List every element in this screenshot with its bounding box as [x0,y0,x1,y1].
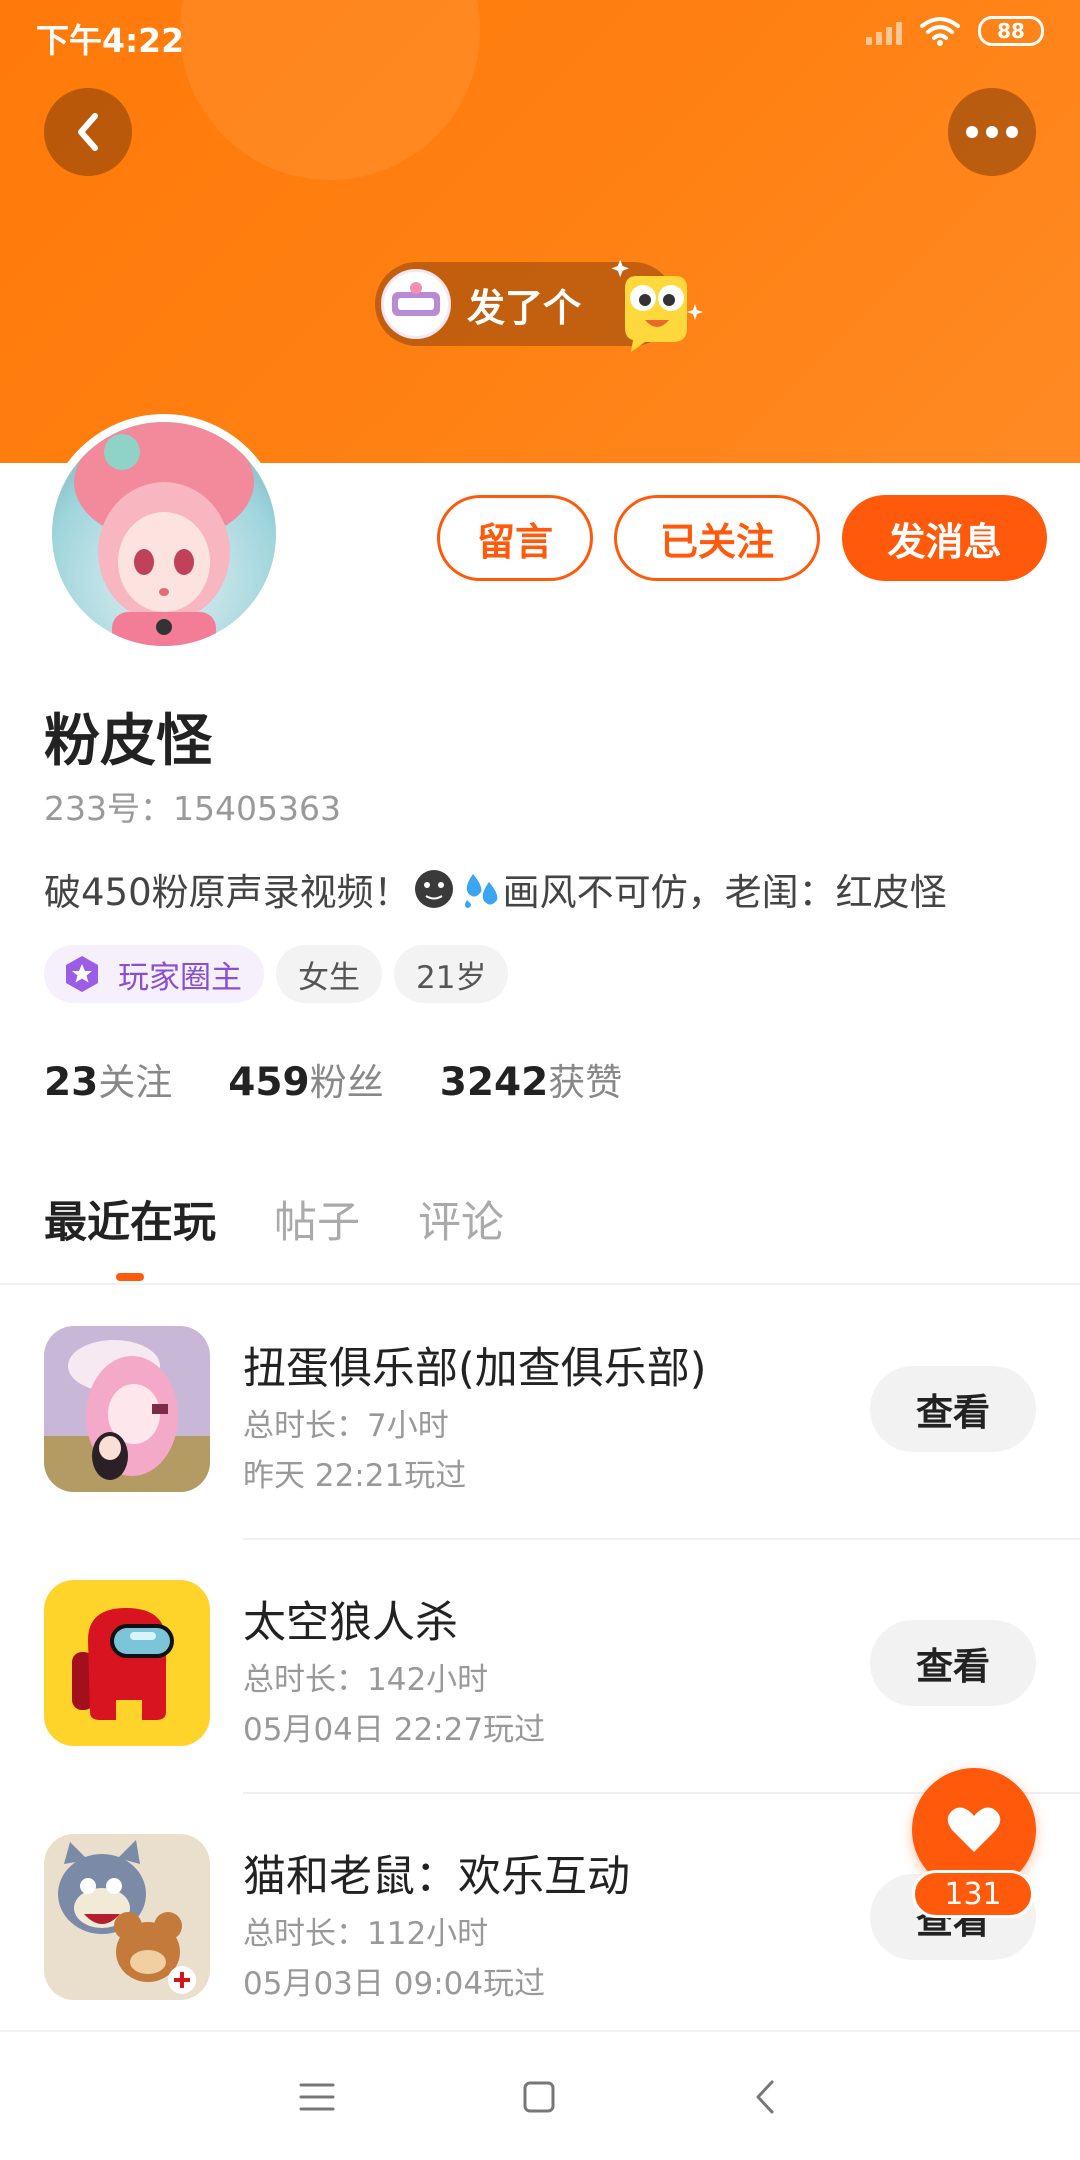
battery-indicator: 88 [978,16,1044,46]
bio: 破450粉原声录视频！ 画风不可仿，老闺：红皮怪 [44,862,947,916]
dark-face-icon [414,870,453,908]
activity-text: 发了个 [467,285,582,330]
among-us-icon [44,1580,210,1746]
more-dots-icon [966,126,1018,138]
signal-icon [866,17,902,45]
stat-likes: 3242获赞 [440,1052,623,1106]
game-item[interactable]: 太空狼人杀 总时长：142小时 05月04日 22:27玩过 查看 [0,1540,1080,1794]
view-button[interactable]: 查看 [870,1620,1036,1706]
tom-and-jerry-icon [44,1834,210,2000]
tab-posts[interactable]: 帖子 [274,1188,360,1250]
chevron-left-icon [78,113,98,151]
gacha-club-icon [44,1326,210,1492]
back-nav-button[interactable] [740,2072,790,2122]
star-badge-icon [66,956,98,992]
bio-text-part1: 破450粉原声录视频！ [44,871,411,914]
profile-tabs: 最近在玩 帖子 评论 [44,1188,504,1250]
tab-comments[interactable]: 评论 [418,1188,504,1250]
game-duration: 总时长：142小时 [243,1662,489,1698]
game-last-played: 05月03日 09:04玩过 [243,1966,546,2002]
game-title: 猫和老鼠：欢乐互动 [243,1852,630,1902]
game-last-played: 昨天 22:21玩过 [243,1458,467,1494]
tab-recently-played[interactable]: 最近在玩 [44,1188,216,1250]
tag-circle-owner[interactable]: 玩家圈主 [44,945,264,1003]
status-bar: 下午4:22 88 [0,0,1080,70]
send-message-button[interactable]: 发消息 [842,495,1047,581]
tabs-divider [0,1283,1080,1285]
game-duration: 总时长：112小时 [243,1916,489,1952]
menu-icon [299,2083,335,2111]
fans-label: 粉丝 [309,1061,384,1104]
profile-tags: 玩家圈主 女生 21岁 [44,945,509,1003]
game-title: 扭蛋俱乐部(加查俱乐部) [243,1344,707,1394]
back-button[interactable] [44,88,132,176]
tag-gender: 女生 [276,945,382,1003]
likes-label: 获赞 [548,1061,623,1104]
bio-text-part2: 画风不可仿，老闺：红皮怪 [502,871,947,914]
sweat-drops-icon [464,874,497,908]
view-button[interactable]: 查看 [870,1366,1036,1452]
nickname: 粉皮怪 [44,709,212,774]
more-options-button[interactable] [948,88,1036,176]
status-icons: 88 [866,16,1044,46]
menu-nav-button[interactable] [292,2072,342,2122]
heart-icon [947,1807,1001,1852]
home-square-icon [523,2081,555,2113]
status-time: 下午4:22 [36,21,185,60]
game-duration: 总时长：7小时 [243,1408,449,1444]
stat-fans[interactable]: 459粉丝 [228,1052,383,1106]
profile-avatar[interactable] [44,414,284,654]
active-tab-indicator [116,1273,144,1281]
stat-following[interactable]: 23关注 [44,1052,172,1106]
activity-avatar [381,269,451,339]
likes-count: 3242 [439,1060,549,1105]
game-last-played: 05月04日 22:27玩过 [243,1712,546,1748]
emoji-face-icon [611,259,703,352]
following-label: 关注 [98,1061,173,1104]
tag-owner-label: 玩家圈主 [118,959,242,996]
fans-count: 459 [228,1060,310,1105]
back-triangle-icon [756,2080,774,2114]
like-count-badge: 131 [912,1870,1034,1918]
tag-age: 21岁 [394,945,509,1003]
game-item[interactable]: 扭蛋俱乐部(加查俱乐部) 总时长：7小时 昨天 22:21玩过 查看 [0,1286,1080,1540]
followed-button[interactable]: 已关注 [614,495,820,581]
user-id: 233号：15405363 [44,789,341,828]
leave-message-button[interactable]: 留言 [437,495,593,581]
home-nav-button[interactable] [514,2072,564,2122]
game-title: 太空狼人杀 [243,1598,458,1648]
system-nav-bar [0,2030,1080,2160]
avatar-image [52,422,276,646]
profile-stats: 23关注 459粉丝 3242获赞 [44,1052,622,1106]
wifi-icon [920,17,960,46]
following-count: 23 [44,1060,99,1105]
